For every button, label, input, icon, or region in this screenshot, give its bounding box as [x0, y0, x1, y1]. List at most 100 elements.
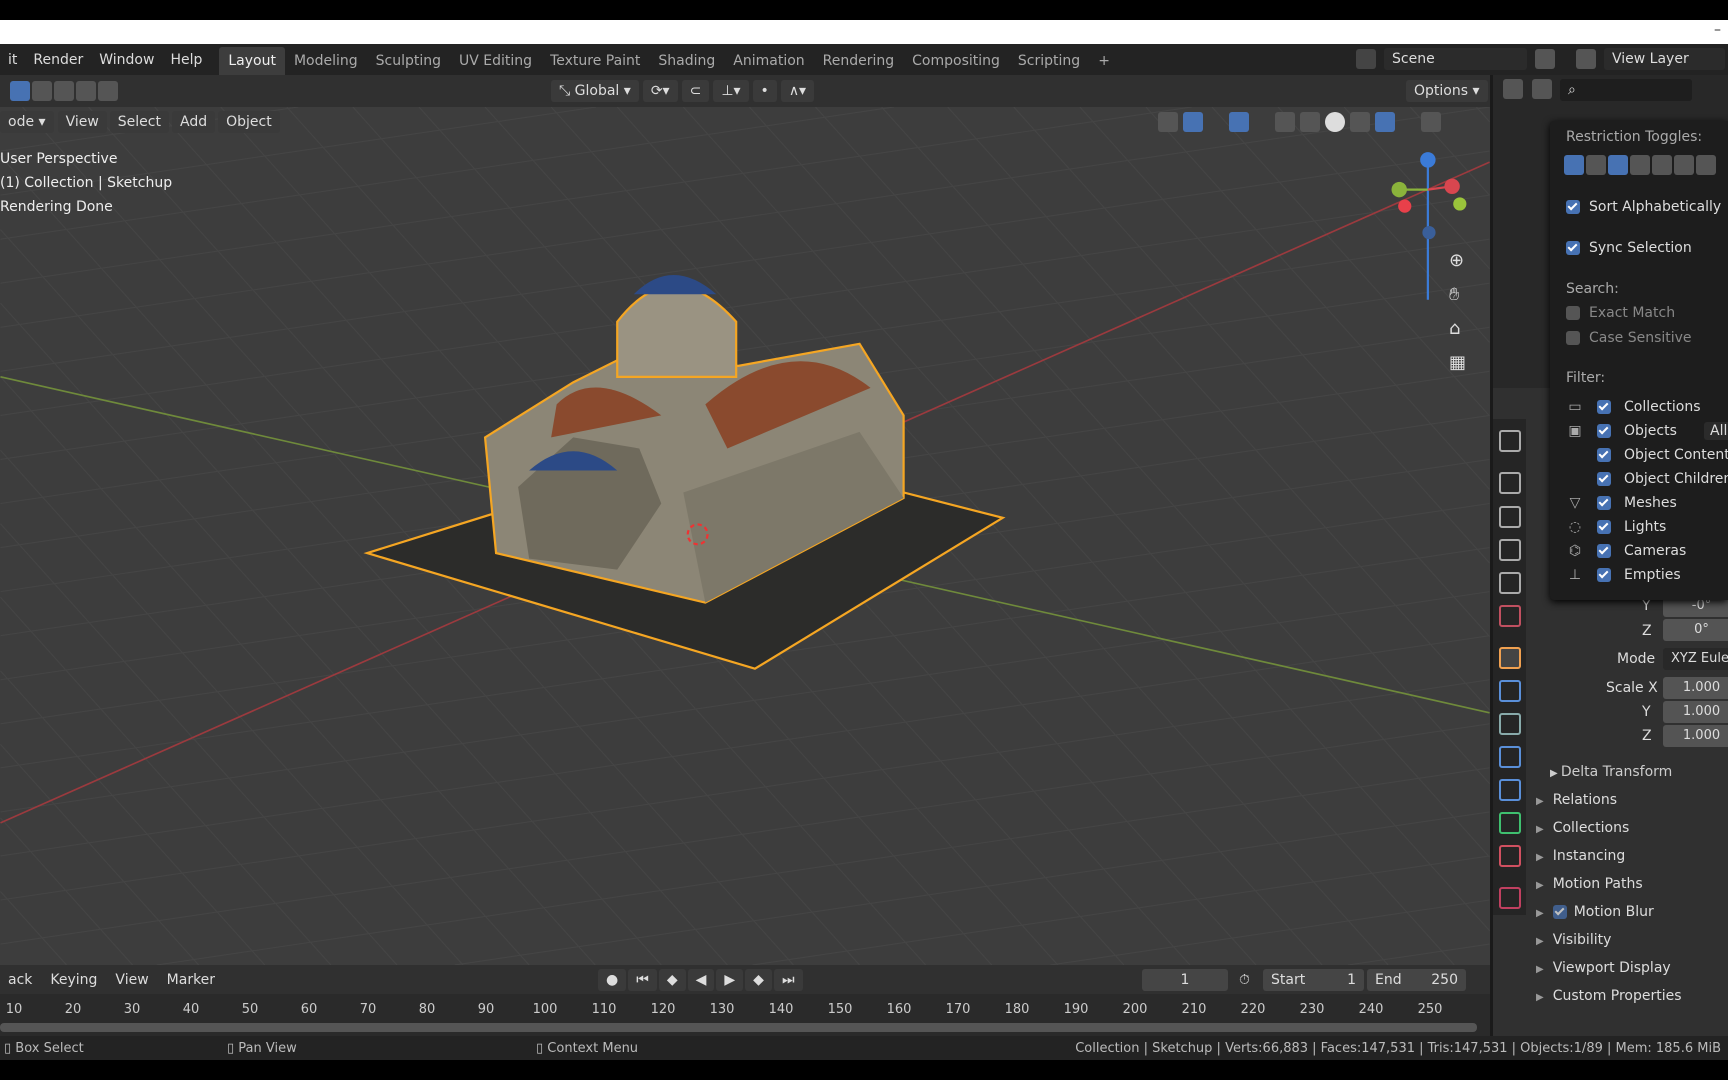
rotation-z-field[interactable]: 0° [1663, 619, 1728, 641]
panel-instancing[interactable]: ▶ Instancing [1536, 848, 1625, 864]
physics-icon[interactable] [1499, 746, 1521, 768]
gizmo-toggle-icon[interactable] [1183, 112, 1203, 132]
end-frame-field[interactable]: End 250 [1367, 968, 1466, 991]
filter-objects-checkbox[interactable]: ▣ Objects All [1566, 422, 1728, 440]
object-icon[interactable] [1499, 647, 1521, 669]
panel-visibility[interactable]: ▶ Visibility [1536, 932, 1611, 948]
view-layer-selector[interactable]: View Layer [1604, 48, 1725, 70]
workspace-tab[interactable]: Modeling [285, 47, 367, 75]
start-frame-field[interactable]: Start 1 [1263, 968, 1364, 991]
material-shading-icon[interactable] [1350, 112, 1370, 132]
panel-collections[interactable]: ▶ Collections [1536, 820, 1629, 836]
filter-object-contents-checkbox[interactable]: Object Contents [1566, 447, 1728, 463]
outliner-search-input[interactable]: ⌕ [1560, 79, 1692, 101]
select-invert-icon[interactable] [76, 81, 96, 101]
view-layer-icon[interactable] [1576, 49, 1596, 69]
current-frame-field[interactable]: 1 [1142, 968, 1228, 991]
panel-motion-paths[interactable]: ▶ Motion Paths [1536, 876, 1643, 892]
select-arrow-toggle-icon[interactable] [1586, 155, 1606, 175]
view-layer-icon[interactable] [1499, 539, 1521, 561]
timeline-menu-item[interactable]: View [107, 969, 156, 991]
particles-icon[interactable] [1499, 713, 1521, 735]
menu-item[interactable]: Render [25, 49, 91, 71]
workspace-tab[interactable]: Shading [649, 47, 724, 75]
select-extend-icon[interactable] [32, 81, 52, 101]
ortho-grid-icon[interactable]: ▦ [1449, 352, 1466, 373]
indirect-toggle-icon[interactable] [1696, 155, 1716, 175]
timeline-menu-item[interactable]: ack [0, 969, 40, 991]
transform-orientation-dropdown[interactable]: ⤡ Global ▾ [551, 80, 639, 102]
rendered-shading-icon[interactable] [1375, 112, 1395, 132]
sync-selection-checkbox[interactable]: Sync Selection [1566, 240, 1692, 256]
pivot-point-dropdown[interactable]: ⟳▾ [642, 80, 678, 102]
scale-x-field[interactable]: 1.000 [1663, 677, 1728, 699]
next-keyframe-button[interactable]: ◆ [745, 968, 772, 991]
case-sensitive-checkbox[interactable]: Case Sensitive [1566, 330, 1692, 346]
workspace-tab[interactable]: Texture Paint [541, 47, 649, 75]
delta-transform-panel[interactable]: ▶ Delta Transform [1550, 764, 1672, 780]
jump-start-button[interactable]: ⏮ [628, 968, 657, 991]
camera-view-icon[interactable]: ⌂ [1449, 318, 1466, 339]
play-button[interactable]: ▶ [716, 968, 744, 991]
workspace-tab[interactable]: Rendering [814, 47, 904, 75]
texture-icon[interactable] [1499, 887, 1521, 909]
solid-shading-icon[interactable] [1325, 112, 1345, 132]
modifier-icon[interactable] [1499, 680, 1521, 702]
constraints-icon[interactable] [1499, 779, 1521, 801]
tool-icon[interactable] [1499, 430, 1521, 452]
filter-empties-checkbox[interactable]: ⊥ Empties [1566, 567, 1681, 583]
viewport-menu-item[interactable]: Add [172, 111, 216, 133]
viewport-menu-item[interactable]: Object [218, 111, 280, 133]
stopwatch-icon[interactable]: ⏱︎ [1239, 972, 1250, 988]
workspace-tab[interactable]: Sculpting [367, 47, 450, 75]
scene-icon[interactable] [1356, 49, 1376, 69]
scene-selector[interactable]: Scene [1384, 48, 1527, 70]
options-dropdown[interactable]: Options ▾ [1406, 80, 1488, 102]
scene-icon[interactable] [1499, 572, 1521, 594]
output-icon[interactable] [1499, 506, 1521, 528]
filter-cameras-checkbox[interactable]: ⌬ Cameras [1566, 543, 1686, 559]
workspace-tab[interactable]: + [1089, 47, 1119, 75]
display-mode-icon[interactable] [1532, 79, 1552, 99]
exact-match-checkbox[interactable]: Exact Match [1566, 305, 1675, 321]
scale-z-field[interactable]: 1.000 [1663, 725, 1728, 747]
new-scene-icon[interactable] [1535, 49, 1555, 69]
mesh-data-icon[interactable] [1499, 812, 1521, 834]
select-intersect-icon[interactable] [98, 81, 118, 101]
3d-viewport[interactable]: User Perspective (1) Collection | Sketch… [0, 107, 1490, 965]
select-box-mode-icon[interactable] [10, 81, 30, 101]
camera-toggle-icon[interactable] [1652, 155, 1672, 175]
proportional-edit-toggle[interactable]: • [752, 80, 777, 102]
selectable-checkbox-toggle-icon[interactable] [1564, 155, 1584, 175]
record-keyframe-button[interactable]: ● [598, 968, 627, 991]
timeline-scrollbar[interactable] [0, 1023, 1477, 1032]
holdout-toggle-icon[interactable] [1674, 155, 1694, 175]
snap-target-dropdown[interactable]: ⊥▾ [713, 80, 749, 102]
filter-lights-checkbox[interactable]: ◌ Lights [1566, 519, 1666, 535]
prev-keyframe-button[interactable]: ◆ [658, 968, 686, 991]
pan-hand-icon[interactable]: ✋︎ [1449, 284, 1466, 305]
monitor-toggle-icon[interactable] [1630, 155, 1650, 175]
play-reverse-button[interactable]: ◀ [687, 968, 715, 991]
proportional-falloff-dropdown[interactable]: ∧▾ [780, 80, 815, 102]
object-filter-dropdown[interactable]: All [1704, 422, 1728, 440]
sort-alphabetically-checkbox[interactable]: Sort Alphabetically [1566, 199, 1721, 215]
panel-motion-blur[interactable]: ▶ Motion Blur [1536, 904, 1654, 920]
visibility-icon[interactable] [1158, 112, 1178, 132]
workspace-tab[interactable]: UV Editing [450, 47, 541, 75]
render-icon[interactable] [1499, 472, 1521, 494]
world-icon[interactable] [1499, 605, 1521, 627]
menu-item[interactable]: it [0, 49, 25, 71]
motion-blur-checkbox[interactable] [1552, 905, 1567, 919]
editor-type-icon[interactable] [1503, 79, 1523, 99]
minimize-button[interactable]: – [1714, 22, 1721, 38]
zoom-icon[interactable]: ⊕ [1449, 250, 1466, 271]
timeline-menu-item[interactable]: Keying [42, 969, 105, 991]
filter-collections-checkbox[interactable]: ▭ Collections [1566, 399, 1700, 415]
material-icon[interactable] [1499, 845, 1521, 867]
panel-custom-properties[interactable]: ▶ Custom Properties [1536, 988, 1682, 1004]
viewport-menu-item[interactable]: View [57, 111, 107, 133]
workspace-tab[interactable]: Layout [219, 47, 285, 75]
panel-viewport-display[interactable]: ▶ Viewport Display [1536, 960, 1671, 976]
mode-dropdown[interactable]: ode ▾ [0, 111, 54, 133]
